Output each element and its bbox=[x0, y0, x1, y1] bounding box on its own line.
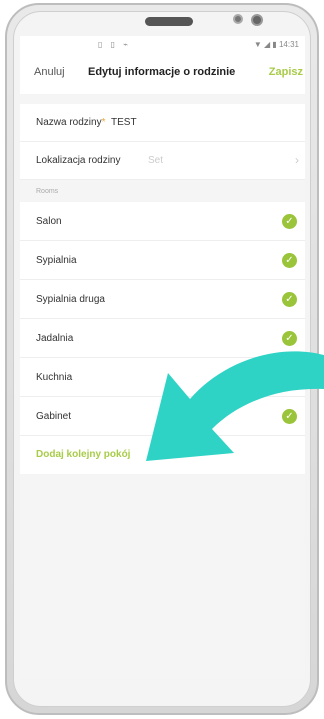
save-button[interactable]: Zapisz bbox=[269, 66, 303, 78]
required-mark: * bbox=[101, 117, 106, 128]
room-item-salon[interactable]: Salon ✓ bbox=[20, 202, 305, 241]
room-item-gabinet[interactable]: Gabinet ✓ bbox=[20, 397, 305, 436]
check-icon[interactable]: ✓ bbox=[282, 370, 297, 385]
spacer bbox=[20, 94, 305, 104]
rooms-section-title: Rooms bbox=[36, 188, 59, 195]
rooms-section-label: Rooms bbox=[20, 180, 305, 202]
status-right-info: ▼ ◢ ▮ 14:31 bbox=[253, 40, 299, 49]
room-item-sypialnia[interactable]: Sypialnia ✓ bbox=[20, 241, 305, 280]
sensor bbox=[233, 14, 243, 24]
room-item-sypialnia-druga[interactable]: Sypialnia druga ✓ bbox=[20, 280, 305, 319]
room-label: Sypialnia bbox=[36, 255, 77, 266]
family-name-row[interactable]: Nazwa rodziny* TEST bbox=[20, 104, 305, 142]
check-icon[interactable]: ✓ bbox=[282, 331, 297, 346]
status-bar: ▯ ▯ ⌁ ▼ ◢ ▮ 14:31 bbox=[20, 36, 305, 52]
room-item-jadalnia[interactable]: Jadalnia ✓ bbox=[20, 319, 305, 358]
room-label: Jadalnia bbox=[36, 333, 74, 344]
family-name-value[interactable]: TEST bbox=[111, 117, 137, 128]
check-icon[interactable]: ✓ bbox=[282, 292, 297, 307]
room-label: Kuchnia bbox=[36, 372, 73, 383]
family-location-value: Set bbox=[148, 155, 164, 166]
room-label: Salon bbox=[36, 216, 62, 227]
room-label: Sypialnia druga bbox=[36, 294, 105, 305]
status-left-icons: ▯ ▯ ⌁ bbox=[98, 40, 132, 49]
family-name-label-text: Nazwa rodziny bbox=[36, 117, 102, 128]
app-screen: ▯ ▯ ⌁ ▼ ◢ ▮ 14:31 Anuluj Edytuj informac… bbox=[20, 36, 305, 679]
room-label: Gabinet bbox=[36, 411, 72, 422]
add-room-label: Dodaj kolejny pokój bbox=[36, 449, 131, 460]
chevron-right-icon: › bbox=[295, 153, 299, 167]
cancel-button[interactable]: Anuluj bbox=[34, 66, 65, 78]
room-item-kuchnia[interactable]: Kuchnia ✓ bbox=[20, 358, 305, 397]
speaker-grill bbox=[145, 17, 193, 26]
family-name-label: Nazwa rodziny* bbox=[36, 117, 106, 128]
add-room-button[interactable]: Dodaj kolejny pokój bbox=[20, 436, 305, 474]
check-icon[interactable]: ✓ bbox=[282, 253, 297, 268]
front-camera bbox=[251, 14, 263, 26]
page-title: Edytuj informacje o rodzinie bbox=[88, 66, 236, 78]
family-location-row[interactable]: Lokalizacja rodziny Set › bbox=[20, 142, 305, 180]
family-location-label: Lokalizacja rodziny bbox=[36, 155, 121, 166]
check-icon[interactable]: ✓ bbox=[282, 214, 297, 229]
navigation-bar: Anuluj Edytuj informacje o rodzinie Zapi… bbox=[20, 52, 305, 94]
check-icon[interactable]: ✓ bbox=[282, 409, 297, 424]
